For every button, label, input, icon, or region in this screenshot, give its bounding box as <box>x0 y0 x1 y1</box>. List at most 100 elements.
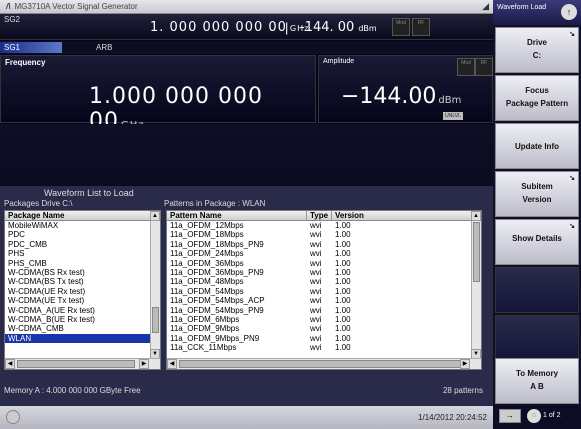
pattern-horizontal-scrollbar[interactable]: ◀ ▶ <box>167 358 481 369</box>
package-hscroll-thumb[interactable] <box>17 360 135 368</box>
pattern-list[interactable]: Pattern Name Type Version 11a_OFDM_12Mbp… <box>166 210 482 370</box>
package-list-item[interactable]: PDC_CMB <box>5 240 151 249</box>
pattern-list-row[interactable]: 11a_OFDM_36Mbps wvi 1.00 <box>167 259 481 268</box>
sg2-amplitude: -144. 00 dBm <box>300 20 377 35</box>
scroll-left-icon[interactable]: ◀ <box>5 359 15 369</box>
pattern-hscroll-thumb[interactable] <box>179 360 461 368</box>
pattern-version-cell: 1.00 <box>335 343 351 353</box>
update-info-softkey[interactable]: Update Info <box>495 123 579 169</box>
frequency-panel[interactable]: Frequency 1.000 000 000 00GHz <box>0 55 316 134</box>
pattern-list-row[interactable]: 11a_OFDM_48Mbps wvi 1.00 <box>167 277 481 286</box>
status-circle-icon[interactable] <box>6 410 20 424</box>
focus-softkey-value: Package Pattern <box>505 99 569 108</box>
pattern-name-cell: 11a_OFDM_9Mbps <box>170 324 240 334</box>
package-list-item[interactable]: W-CDMA_A(UE Rx test) <box>5 306 151 315</box>
package-horizontal-scrollbar[interactable]: ◀ ▶ <box>5 358 160 369</box>
package-list-item[interactable]: MobileWiMAX <box>5 221 151 230</box>
package-vertical-scrollbar[interactable]: ▲ ▼ <box>150 211 160 359</box>
sg2-label: SG2 <box>4 15 21 24</box>
pattern-list-row[interactable]: 11a_OFDM_9Mbps wvi 1.00 <box>167 324 481 333</box>
package-list-item[interactable]: W-CDMA(BS Rx test) <box>5 268 151 277</box>
pattern-list-row[interactable]: 11a_OFDM_9Mbps_PN9 wvi 1.00 <box>167 334 481 343</box>
pattern-type-cell: wvi <box>310 277 322 287</box>
amplitude-unit: dBm <box>438 95 462 106</box>
pattern-type-cell: wvi <box>310 324 322 334</box>
sg2-frequency-value: 1. 000 000 000 00 <box>150 20 287 35</box>
pattern-version-cell: 1.00 <box>335 230 351 240</box>
page-indicator[interactable]: ◌ 1 of 2 <box>527 409 561 423</box>
sg2-strip[interactable]: SG2 1. 000 000 000 00 GHz | -144. 00 dBm M… <box>0 14 493 40</box>
pattern-list-row[interactable]: 11a_OFDM_6Mbps wvi 1.00 <box>167 315 481 324</box>
subitem-softkey-label: Subitem <box>521 182 553 191</box>
package-list-item[interactable]: PHS_CMB <box>5 259 151 268</box>
pattern-type-cell: wvi <box>310 267 322 277</box>
package-list-item[interactable]: PDC <box>5 230 151 239</box>
pattern-type-cell: wvi <box>310 286 322 296</box>
pattern-list-row[interactable]: 11a_OFDM_12Mbps wvi 1.00 <box>167 221 481 230</box>
pattern-list-row[interactable]: 11a_OFDM_24Mbps wvi 1.00 <box>167 249 481 258</box>
pattern-type-cell: wvi <box>310 221 322 230</box>
pattern-version-cell: 1.00 <box>335 333 351 343</box>
type-column[interactable]: Type <box>307 211 332 220</box>
pattern-rows: 11a_OFDM_12Mbps wvi 1.00 11a_OFDM_18Mbps wvi… <box>167 221 481 352</box>
pattern-list-row[interactable]: 11a_OFDM_18Mbps_PN9 wvi 1.00 <box>167 240 481 249</box>
pattern-type-cell: wvi <box>310 258 322 268</box>
package-list-item[interactable]: W-CDMA(UE Tx test) <box>5 296 151 305</box>
to-memory-label: To Memory <box>515 369 559 378</box>
sg2-mod-indicator: Mod <box>392 18 410 36</box>
pattern-name-cell: 11a_OFDM_18Mbps_PN9 <box>170 239 264 249</box>
pattern-name-column[interactable]: Pattern Name <box>167 211 307 220</box>
submenu-arrow-icon: ↘ <box>569 175 575 182</box>
pattern-version-cell: 1.00 <box>335 249 351 259</box>
sg2-amplitude-unit: dBm <box>358 24 377 33</box>
pattern-list-row[interactable]: 11a_CCK_11Mbps wvi 1.00 <box>167 343 481 352</box>
pattern-list-row[interactable]: 11a_OFDM_36Mbps_PN9 wvi 1.00 <box>167 268 481 277</box>
back-arrow-icon[interactable]: → <box>499 409 521 423</box>
pattern-list-row[interactable]: 11a_OFDM_18Mbps wvi 1.00 <box>167 230 481 239</box>
unleveled-badge: UNLVL <box>443 112 463 120</box>
drive-softkey-label: Drive <box>526 38 547 47</box>
package-list-item[interactable]: WLAN <box>5 333 151 344</box>
package-scroll-thumb[interactable] <box>152 307 159 333</box>
page-circle-icon[interactable]: ◌ <box>527 409 541 423</box>
empty-softkey-1 <box>495 267 579 313</box>
focus-softkey[interactable]: Focus Package Pattern <box>495 75 579 121</box>
packages-drive-label: Packages Drive C:\ <box>4 199 73 208</box>
pattern-vertical-scrollbar[interactable]: ▲ ▼ <box>471 211 481 359</box>
pattern-scroll-thumb[interactable] <box>473 222 480 282</box>
pattern-name-cell: 11a_OFDM_54Mbps_ACP <box>170 296 265 306</box>
pattern-version-cell: 1.00 <box>335 258 351 268</box>
show-details-softkey[interactable]: ↘ Show Details <box>495 219 579 265</box>
pattern-list-row[interactable]: 11a_OFDM_54Mbps_ACP wvi 1.00 <box>167 296 481 305</box>
scroll-up-icon[interactable]: ▲ <box>471 211 481 221</box>
to-memory-softkey[interactable]: To Memory A B <box>495 358 579 404</box>
scroll-left-icon[interactable]: ◀ <box>167 359 177 369</box>
pattern-name-cell: 11a_OFDM_36Mbps <box>170 258 244 268</box>
subitem-softkey[interactable]: ↘ Subitem Version <box>495 171 579 217</box>
amplitude-panel[interactable]: Amplitude Mod RF −144.00 dBm UNLVL <box>318 55 493 123</box>
package-list-item[interactable]: PHS <box>5 249 151 258</box>
drive-softkey[interactable]: ↘ Drive C: <box>495 27 579 73</box>
scroll-right-icon[interactable]: ▶ <box>460 359 470 369</box>
scroll-right-icon[interactable]: ▶ <box>139 359 149 369</box>
pattern-name-cell: 11a_OFDM_6Mbps <box>170 314 240 324</box>
window-titlebar: /\ MG3710A Vector Signal Generator ◢ <box>0 0 493 14</box>
pattern-version-cell: 1.00 <box>335 314 351 324</box>
package-list-item[interactable]: W-CDMA_B(UE Rx test) <box>5 315 151 324</box>
version-column[interactable]: Version <box>332 211 472 220</box>
softkey-header-title: Waveform Load <box>497 4 547 11</box>
package-name-column[interactable]: Package Name <box>5 211 151 220</box>
pattern-version-cell: 1.00 <box>335 221 351 230</box>
pattern-list-row[interactable]: 11a_OFDM_54Mbps_PN9 wvi 1.00 <box>167 306 481 315</box>
scroll-up-icon[interactable]: ▲ <box>150 211 160 221</box>
package-list[interactable]: Package Name MobileWiMAX PDC PDC_CMB PHS PHS… <box>4 210 161 370</box>
package-list-item[interactable]: W-CDMA(UE Rx test) <box>5 287 151 296</box>
pattern-type-cell: wvi <box>310 305 322 315</box>
sg2-amplitude-value: -144. 00 <box>300 20 355 35</box>
package-list-item[interactable]: W-CDMA_CMB <box>5 324 151 333</box>
up-arrow-icon[interactable]: ↑ <box>561 4 577 20</box>
sg1-tab[interactable]: SG1 <box>0 42 62 53</box>
pattern-list-row[interactable]: 11a_OFDM_54Mbps wvi 1.00 <box>167 287 481 296</box>
package-list-item[interactable]: W-CDMA(BS Tx test) <box>5 277 151 286</box>
update-info-label: Update Info <box>515 142 559 151</box>
